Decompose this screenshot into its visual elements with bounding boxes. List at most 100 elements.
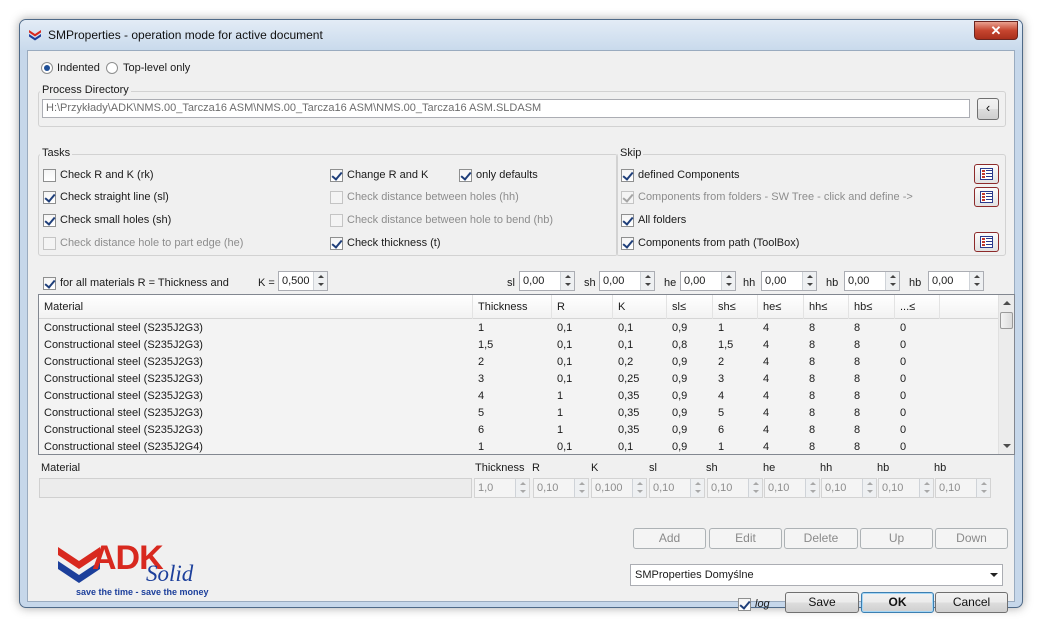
check-small-holes-label[interactable]: Check small holes (sh) — [60, 214, 171, 227]
skip-components-folders-checkbox[interactable] — [621, 191, 634, 204]
all-materials-checkbox[interactable] — [43, 277, 56, 290]
define-components-button[interactable] — [974, 164, 999, 184]
spin-arrows-icon[interactable] — [515, 479, 529, 497]
check-rk-label[interactable]: Check R and K (rk) — [60, 169, 154, 182]
close-button[interactable]: ✕ — [974, 21, 1018, 40]
table-row[interactable]: Constructional steel (S235J2G3) 3 0,1 0,25 0… — [39, 371, 999, 388]
check-hb-checkbox[interactable] — [330, 214, 343, 227]
column-header-he[interactable]: he≤ — [758, 295, 804, 319]
only-defaults-checkbox[interactable] — [459, 169, 472, 182]
browse-directory-button[interactable]: ‹ — [977, 98, 999, 120]
check-straight-line-label[interactable]: Check straight line (sl) — [60, 191, 169, 204]
add-button[interactable]: Add — [633, 528, 706, 549]
title-bar[interactable]: SMProperties - operation mode for active… — [20, 20, 1022, 50]
column-header-k[interactable]: K — [613, 295, 667, 319]
column-header-hh[interactable]: hh≤ — [804, 295, 849, 319]
delete-button[interactable]: Delete — [784, 528, 858, 549]
editor-r-stepper[interactable]: 0,10 — [533, 478, 589, 498]
editor-material-input[interactable] — [39, 478, 472, 498]
all-materials-label[interactable]: for all materials R = Thickness and — [60, 277, 229, 290]
log-checkbox[interactable] — [738, 598, 751, 611]
table-row[interactable]: Constructional steel (S235J2G3) 5 1 0,35 0,9… — [39, 405, 999, 422]
spin-arrows-icon[interactable] — [690, 479, 704, 497]
he-stepper[interactable]: 0,00 — [680, 271, 736, 291]
table-row[interactable]: Constructional steel (S235J2G3) 1 0,1 0,1 0,… — [39, 320, 999, 337]
spin-arrows-icon[interactable] — [560, 272, 574, 290]
skip-components-path-checkbox[interactable] — [621, 237, 634, 250]
editor-sl-stepper[interactable]: 0,10 — [649, 478, 705, 498]
check-thickness-label[interactable]: Check thickness (t) — [347, 237, 441, 250]
top-level-radio[interactable] — [106, 62, 118, 74]
scroll-up-icon[interactable] — [999, 295, 1014, 311]
spin-arrows-icon[interactable] — [976, 479, 990, 497]
check-hh-label[interactable]: Check distance between holes (hh) — [347, 191, 519, 204]
table-row[interactable]: Constructional steel (S235J2G3) 4 1 0,35 0,9… — [39, 388, 999, 405]
skip-components-folders-label[interactable]: Components from folders - SW Tree - clic… — [638, 191, 913, 204]
down-button[interactable]: Down — [935, 528, 1008, 549]
table-row[interactable]: Constructional steel (S235J2G3) 1,5 0,1 0,1… — [39, 337, 999, 354]
editor-k-stepper[interactable]: 0,100 — [591, 478, 647, 498]
check-rk-checkbox[interactable] — [43, 169, 56, 182]
grid-scrollbar[interactable] — [998, 295, 1014, 454]
materials-grid[interactable]: Material Thickness R K sl≤ sh≤ he≤ hh≤ h… — [38, 294, 1015, 455]
up-button[interactable]: Up — [860, 528, 933, 549]
hb2-stepper[interactable]: 0,00 — [928, 271, 984, 291]
cancel-button[interactable]: Cancel — [935, 592, 1008, 613]
spin-arrows-icon[interactable] — [632, 479, 646, 497]
spin-arrows-icon[interactable] — [862, 479, 876, 497]
sl-stepper[interactable]: 0,00 — [519, 271, 575, 291]
check-small-holes-checkbox[interactable] — [43, 214, 56, 227]
editor-thickness-stepper[interactable]: 1,0 — [474, 478, 530, 498]
column-header-sh[interactable]: sh≤ — [713, 295, 758, 319]
spin-arrows-icon[interactable] — [919, 479, 933, 497]
skip-defined-components-label[interactable]: defined Components — [638, 169, 740, 182]
spin-arrows-icon[interactable] — [802, 272, 816, 290]
skip-all-folders-label[interactable]: All folders — [638, 214, 686, 227]
change-rk-checkbox[interactable] — [330, 169, 343, 182]
only-defaults-label[interactable]: only defaults — [476, 169, 538, 182]
edit-button[interactable]: Edit — [709, 528, 782, 549]
column-header-thickness[interactable]: Thickness — [473, 295, 552, 319]
check-hb-label[interactable]: Check distance between hole to bend (hb) — [347, 214, 553, 227]
spin-arrows-icon[interactable] — [313, 272, 327, 290]
check-thickness-checkbox[interactable] — [330, 237, 343, 250]
scroll-thumb[interactable] — [1000, 312, 1013, 329]
top-level-label[interactable]: Top-level only — [123, 62, 190, 75]
column-header-material[interactable]: Material — [39, 295, 473, 319]
check-hh-checkbox[interactable] — [330, 191, 343, 204]
save-button[interactable]: Save — [785, 592, 859, 613]
column-header-sl[interactable]: sl≤ — [667, 295, 713, 319]
scroll-down-icon[interactable] — [999, 438, 1014, 454]
skip-components-path-label[interactable]: Components from path (ToolBox) — [638, 237, 799, 250]
indented-label[interactable]: Indented — [57, 62, 100, 75]
table-row[interactable]: Constructional steel (S235J2G3) 6 1 0,35 0,9… — [39, 422, 999, 439]
indented-radio[interactable] — [41, 62, 53, 74]
hb-stepper[interactable]: 0,00 — [844, 271, 900, 291]
define-path-button[interactable] — [974, 232, 999, 252]
spin-arrows-icon[interactable] — [721, 272, 735, 290]
table-row[interactable]: Constructional steel (S235J2G3) 2 0,1 0,2 0,… — [39, 354, 999, 371]
sh-stepper[interactable]: 0,00 — [599, 271, 655, 291]
column-header-hb[interactable]: hb≤ — [849, 295, 895, 319]
skip-defined-components-checkbox[interactable] — [621, 169, 634, 182]
spin-arrows-icon[interactable] — [805, 479, 819, 497]
spin-arrows-icon[interactable] — [748, 479, 762, 497]
spin-arrows-icon[interactable] — [885, 272, 899, 290]
hh-stepper[interactable]: 0,00 — [761, 271, 817, 291]
chevron-down-icon[interactable] — [990, 573, 998, 577]
editor-hh-stepper[interactable]: 0,10 — [821, 478, 877, 498]
check-hole-edge-checkbox[interactable] — [43, 237, 56, 250]
k-stepper[interactable]: 0,500 — [278, 271, 328, 291]
editor-he-stepper[interactable]: 0,10 — [764, 478, 820, 498]
ok-button[interactable]: OK — [861, 592, 934, 613]
process-directory-input[interactable]: H:\Przykłady\ADK\NMS.00_Tarcza16 ASM\NMS… — [42, 99, 970, 118]
check-hole-edge-label[interactable]: Check distance hole to part edge (he) — [60, 237, 243, 250]
spin-arrows-icon[interactable] — [969, 272, 983, 290]
editor-hb2-stepper[interactable]: 0,10 — [935, 478, 991, 498]
editor-hb-stepper[interactable]: 0,10 — [878, 478, 934, 498]
column-header-r[interactable]: R — [552, 295, 613, 319]
profile-select[interactable]: SMProperties Domyślne — [630, 564, 1003, 586]
log-label[interactable]: log — [755, 598, 770, 611]
define-folders-button[interactable] — [974, 187, 999, 207]
column-header-extra[interactable]: ...≤ — [895, 295, 940, 319]
